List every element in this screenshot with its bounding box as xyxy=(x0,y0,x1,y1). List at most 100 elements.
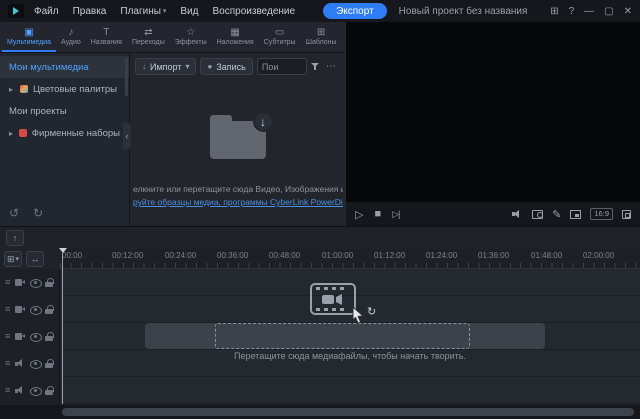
menu-file[interactable]: Файл xyxy=(34,6,59,17)
track-grip-icon[interactable]: ≡ xyxy=(5,358,10,368)
expand-arrow-icon[interactable]: ▸ xyxy=(9,85,15,94)
track-header: ≡ xyxy=(0,269,60,295)
timeline-ruler[interactable]: 00:00 00:12:00 00:24:00 00:36:00 00:48:0… xyxy=(60,249,640,269)
project-title: Новый проект без названия xyxy=(399,6,528,17)
close-button[interactable]: ✕ xyxy=(624,6,632,17)
menu-playback[interactable]: Воспроизведение xyxy=(213,6,296,17)
sidebar-scrollbar[interactable] xyxy=(125,58,128,96)
track-grip-icon[interactable]: ≡ xyxy=(5,385,10,395)
menu-playback-label: Воспроизведение xyxy=(213,6,296,17)
tab-subtitles[interactable]: ▭Субтитры xyxy=(259,22,301,52)
track-header: ≡ xyxy=(0,350,60,376)
left-column: ▣Мультимедиа ♪Аудио TНазвания ⇄Переходы … xyxy=(0,22,345,226)
scrollbar-thumb[interactable] xyxy=(62,408,634,416)
produce-share-button[interactable]: ↑ xyxy=(6,230,24,246)
preview-panel: ▷ ■ ▷| ✎ 16:9 xyxy=(345,22,640,226)
menu-plugins[interactable]: Плагины▾ xyxy=(120,6,166,17)
sidebar-item-color-palettes[interactable]: ▸ Цветовые палитры xyxy=(0,78,129,100)
minimize-button[interactable]: — xyxy=(584,6,594,17)
track-grip-icon[interactable]: ≡ xyxy=(5,304,10,314)
sample-media-link[interactable]: руйте образцы медиа, программы CyberLink… xyxy=(133,197,343,207)
media-library-panel: ↓ Импорт ▾ ● Запись ⋯ xyxy=(130,53,345,226)
play-button[interactable]: ▷ xyxy=(355,208,363,221)
download-badge-icon: ↓ xyxy=(253,111,274,132)
track-grip-icon[interactable]: ≡ xyxy=(5,277,10,287)
timeline-drop-band[interactable] xyxy=(145,323,545,349)
menu-view[interactable]: Вид xyxy=(180,6,198,17)
maximize-button[interactable]: ▢ xyxy=(604,6,613,17)
sidebar-item-brand-kits[interactable]: ▸Фирменные наборы xyxy=(0,122,129,144)
tab-overlays[interactable]: ▦Наложения xyxy=(212,22,259,52)
video-track-icon xyxy=(15,333,25,340)
snapshot-icon[interactable] xyxy=(532,210,543,219)
sidebar-item-my-projects[interactable]: Мои проекты xyxy=(0,100,129,122)
more-options-icon[interactable]: ⋯ xyxy=(326,61,336,72)
track-mute-icon[interactable] xyxy=(30,360,40,367)
track-header: ≡ xyxy=(0,296,60,322)
record-button[interactable]: ● Запись xyxy=(200,58,252,75)
media-icon: ▣ xyxy=(24,28,33,38)
rotate-arrow-icon: ↻ xyxy=(367,307,376,317)
title-text-icon: T xyxy=(103,28,109,38)
timeline-drop-target[interactable] xyxy=(215,323,470,349)
menu-view-label: Вид xyxy=(180,6,198,17)
track-visibility-icon[interactable] xyxy=(30,306,40,313)
track-header: ≡ xyxy=(0,323,60,349)
audio-track-icon xyxy=(15,386,25,394)
expand-arrow-icon[interactable]: ▸ xyxy=(9,129,14,138)
track-lane xyxy=(60,377,640,403)
grid-icon: ⊞ xyxy=(7,254,15,265)
help-icon[interactable]: ? xyxy=(569,6,575,17)
playhead[interactable] xyxy=(62,253,63,404)
effects-star-icon: ☆ xyxy=(186,28,195,38)
redo-icon[interactable]: ↻ xyxy=(33,206,43,220)
track-visibility-icon[interactable] xyxy=(30,333,40,340)
track-lock-icon[interactable] xyxy=(45,332,53,341)
edit-pencil-icon[interactable]: ✎ xyxy=(552,208,561,221)
pip-view-icon[interactable] xyxy=(570,210,581,219)
library-hints: елкните или перетащите сюда Видео, Изобр… xyxy=(130,183,343,209)
filter-funnel-icon[interactable] xyxy=(311,62,320,71)
record-label: Запись xyxy=(216,62,246,72)
up-arrow-icon: ↑ xyxy=(13,233,18,243)
track-mute-icon[interactable] xyxy=(30,387,40,394)
library-sidebar: Мои мультимедиа ▸ Цветовые палитры Мои пр… xyxy=(0,53,130,226)
track-lock-icon[interactable] xyxy=(45,359,53,368)
transport-controls: ▷ ■ ▷| xyxy=(355,208,399,221)
undo-icon[interactable]: ↺ xyxy=(9,206,19,220)
import-arrow-icon: ↓ xyxy=(142,62,146,71)
room-tabbar: ▣Мультимедиа ♪Аудио TНазвания ⇄Переходы … xyxy=(0,22,345,53)
chevron-down-icon: ▾ xyxy=(163,7,167,15)
track-lock-icon[interactable] xyxy=(45,278,53,287)
track-visibility-icon[interactable] xyxy=(30,279,40,286)
track-manager-button[interactable]: ⊞▾ xyxy=(4,251,22,267)
collapse-sidebar-handle[interactable]: ‹ xyxy=(123,123,131,149)
track-lock-icon[interactable] xyxy=(45,386,53,395)
menu-edit[interactable]: Правка xyxy=(73,6,107,17)
fullscreen-icon[interactable] xyxy=(622,210,631,219)
search-input[interactable] xyxy=(257,58,307,75)
timeline-panel: ↑ ⊞▾ ↔ 00:00 00:12:00 00:24:00 00:36:00 … xyxy=(0,226,640,419)
export-button[interactable]: Экспорт xyxy=(323,3,387,19)
tab-audio[interactable]: ♪Аудио xyxy=(56,22,86,52)
tab-titles[interactable]: TНазвания xyxy=(86,22,127,52)
next-frame-button[interactable]: ▷| xyxy=(392,209,399,220)
track-lock-icon[interactable] xyxy=(45,305,53,314)
import-drop-zone[interactable]: ↓ xyxy=(210,121,266,159)
stop-button[interactable]: ■ xyxy=(374,208,381,220)
aspect-ratio-label[interactable]: 16:9 xyxy=(590,208,613,220)
fit-timeline-button[interactable]: ↔ xyxy=(26,251,44,267)
sidebar-item-my-media[interactable]: Мои мультимедиа xyxy=(0,56,129,78)
volume-icon[interactable] xyxy=(512,210,523,219)
tab-overlays-label: Наложения xyxy=(217,39,254,46)
track-grip-icon[interactable]: ≡ xyxy=(5,331,10,341)
ruler-label: 01:48:00 xyxy=(531,251,562,260)
tab-effects[interactable]: ☆Эффекты xyxy=(170,22,212,52)
import-label: Импорт xyxy=(150,62,181,72)
tab-transitions[interactable]: ⇄Переходы xyxy=(127,22,170,52)
import-button[interactable]: ↓ Импорт ▾ xyxy=(135,58,196,75)
layout-grid-icon[interactable]: ⊞ xyxy=(550,6,558,17)
sidebar-item-label: Цветовые палитры xyxy=(33,84,117,95)
tab-media[interactable]: ▣Мультимедиа xyxy=(2,22,56,52)
tab-templates[interactable]: ⊞Шаблоны xyxy=(301,22,342,52)
